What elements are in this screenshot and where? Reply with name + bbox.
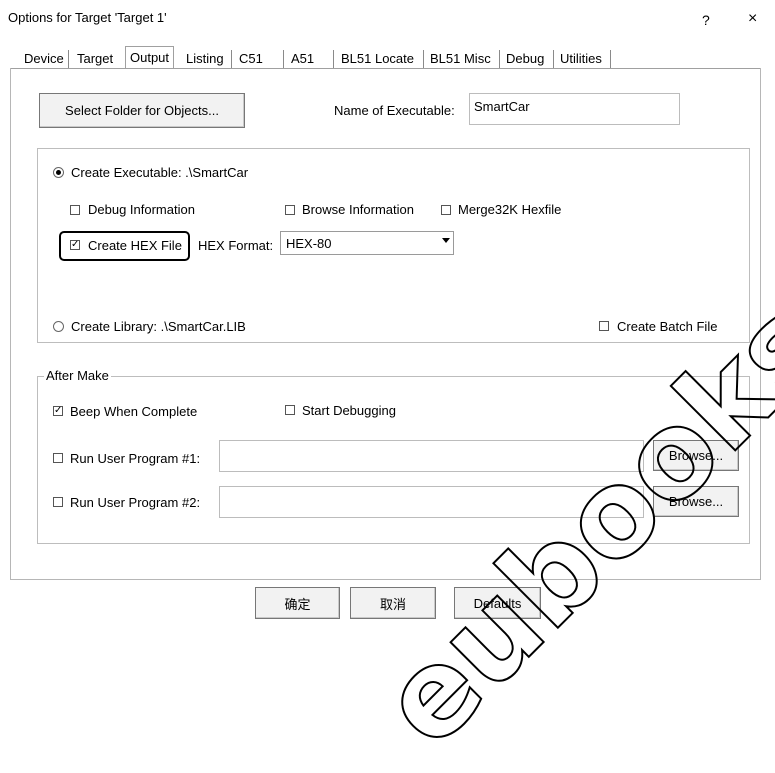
name-of-executable-label: Name of Executable: <box>334 103 455 118</box>
select-folder-button[interactable]: Select Folder for Objects... <box>39 93 245 128</box>
start-debugging-label: Start Debugging <box>302 403 396 418</box>
tab-a51[interactable]: A51 <box>287 48 318 68</box>
tab-separator <box>231 50 232 68</box>
create-library-radio[interactable] <box>53 321 64 332</box>
run1-label: Run User Program #1: <box>70 451 201 466</box>
merge32k-label: Merge32K Hexfile <box>458 202 562 217</box>
tab-bl51-misc[interactable]: BL51 Misc <box>426 48 495 68</box>
create-hex-checkbox[interactable]: ✓ <box>70 240 80 250</box>
beep-checkbox[interactable]: ✓ <box>53 406 63 416</box>
run2-checkbox[interactable] <box>53 497 63 507</box>
create-hex-label: Create HEX File <box>88 238 182 253</box>
cancel-button[interactable]: 取消 <box>350 587 436 619</box>
ok-button[interactable]: 确定 <box>255 587 340 619</box>
name-of-executable-input[interactable]: SmartCar <box>469 93 680 125</box>
tab-device[interactable]: Device <box>20 48 68 68</box>
tab-separator <box>553 50 554 68</box>
tab-utilities[interactable]: Utilities <box>556 48 606 68</box>
beep-label: Beep When Complete <box>70 404 198 419</box>
create-library-label: Create Library: .\SmartCar.LIB <box>71 319 246 334</box>
tab-separator <box>423 50 424 68</box>
debug-information-checkbox[interactable] <box>70 205 80 215</box>
tab-c51[interactable]: C51 <box>235 48 267 68</box>
tab-listing[interactable]: Listing <box>182 48 228 68</box>
hex-format-value: HEX-80 <box>286 236 332 251</box>
tab-output[interactable]: Output <box>125 46 175 69</box>
tab-separator <box>610 50 611 68</box>
tab-bl51-locate[interactable]: BL51 Locate <box>337 48 418 68</box>
tab-separator <box>283 50 284 68</box>
debug-information-label: Debug Information <box>88 202 195 217</box>
run1-checkbox[interactable] <box>53 453 63 463</box>
browse-information-checkbox[interactable] <box>285 205 295 215</box>
chevron-down-icon <box>442 238 450 243</box>
run2-input[interactable] <box>219 486 644 518</box>
tab-separator <box>68 50 69 68</box>
hex-format-select[interactable]: HEX-80 <box>280 231 454 255</box>
merge32k-checkbox[interactable] <box>441 205 451 215</box>
window-title: Options for Target 'Target 1' <box>8 10 167 25</box>
defaults-button[interactable]: Defaults <box>454 587 541 619</box>
browse-information-label: Browse Information <box>302 202 414 217</box>
tab-debug[interactable]: Debug <box>502 48 548 68</box>
options-dialog: Options for Target 'Target 1' ? × Device… <box>0 0 775 773</box>
create-executable-radio[interactable] <box>53 167 64 178</box>
hex-format-label: HEX Format: <box>198 238 274 253</box>
create-batch-checkbox[interactable] <box>599 321 609 331</box>
create-batch-label: Create Batch File <box>617 319 718 334</box>
run1-input[interactable] <box>219 440 644 472</box>
tab-separator <box>499 50 500 68</box>
close-button[interactable]: × <box>748 10 757 28</box>
run2-label: Run User Program #2: <box>70 495 201 510</box>
after-make-legend: After Make <box>44 368 111 383</box>
start-debugging-checkbox[interactable] <box>285 405 295 415</box>
create-executable-label: Create Executable: .\SmartCar <box>71 165 249 180</box>
tab-target[interactable]: Target <box>73 48 117 68</box>
tab-separator <box>333 50 334 68</box>
browse-run2-button[interactable]: Browse... <box>653 486 739 517</box>
help-button[interactable]: ? <box>702 12 710 28</box>
browse-run1-button[interactable]: Browse... <box>653 440 739 471</box>
